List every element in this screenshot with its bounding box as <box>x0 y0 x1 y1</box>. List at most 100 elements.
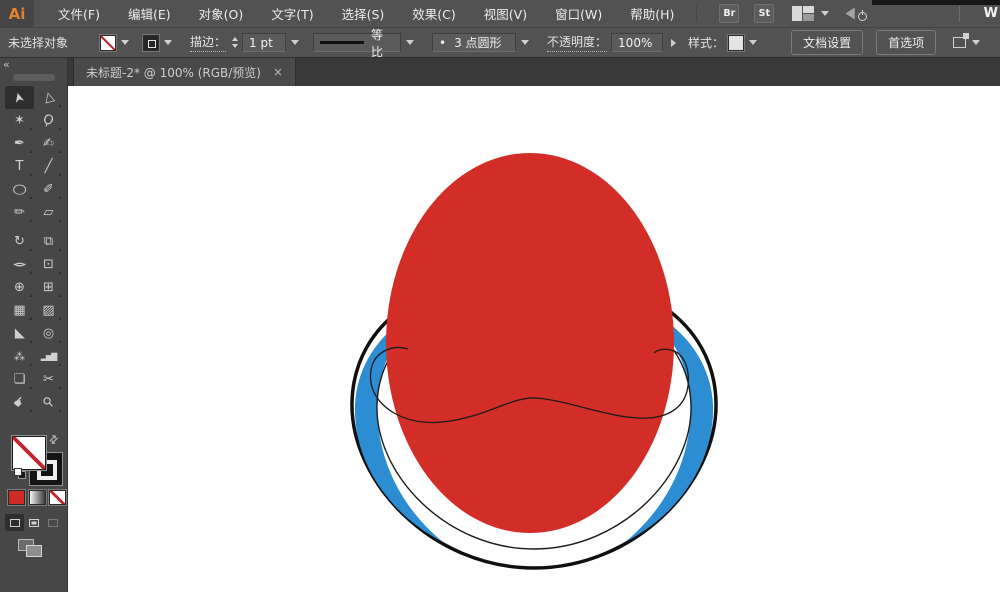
pen-icon: ✒ <box>14 136 25 151</box>
transform-reference-icon[interactable] <box>953 33 970 48</box>
workspace-switcher-icon[interactable] <box>792 6 815 21</box>
column-graph-icon: ▂▅▇ <box>40 351 58 361</box>
menu-item-type[interactable]: 文字(T) <box>257 0 327 28</box>
tool-perspective-grid[interactable]: ⊞ <box>34 276 63 299</box>
canvas-artboard[interactable] <box>68 86 1000 592</box>
preferences-button[interactable]: 首选项 <box>876 30 937 55</box>
tool-blend[interactable]: ◎ <box>34 322 63 345</box>
swap-fill-stroke-icon[interactable]: ⇄ <box>46 432 62 448</box>
chevron-down-icon[interactable] <box>164 40 173 45</box>
menu-item-help[interactable]: 帮助(H) <box>616 0 688 28</box>
paintbrush-icon: ✐ <box>43 182 54 197</box>
menu-item-edit[interactable]: 编辑(E) <box>114 0 185 28</box>
tool-eraser[interactable]: ▱ <box>34 201 63 224</box>
chevron-down-icon[interactable] <box>972 40 981 45</box>
artwork-red-ellipse[interactable] <box>386 153 674 533</box>
arrow-right-icon[interactable] <box>671 38 677 47</box>
chevron-down-icon[interactable] <box>291 40 300 45</box>
tool-shape-builder[interactable]: ⊕ <box>5 276 34 299</box>
drawing-mode-buttons <box>5 514 62 531</box>
bridge-button[interactable]: Br <box>719 4 740 23</box>
collapse-panel-button[interactable]: « <box>3 58 10 71</box>
draw-inside-button[interactable] <box>43 514 62 531</box>
tool-column-graph[interactable]: ▂▅▇ <box>34 345 63 368</box>
chevron-down-icon[interactable] <box>749 40 758 45</box>
tool-magic-wand[interactable]: ✶ <box>5 109 34 132</box>
fill-swatch-none[interactable] <box>11 435 47 471</box>
tool-scale[interactable]: ⧉ <box>34 230 63 253</box>
color-button[interactable] <box>7 489 26 506</box>
blend-icon: ◎ <box>42 326 55 341</box>
gradient-icon: ▨ <box>42 303 55 318</box>
uniform-profile-line <box>320 41 365 44</box>
tool-free-transform[interactable]: ⊡ <box>34 253 63 276</box>
tool-zoom[interactable]: ⚲ <box>34 391 63 414</box>
tool-type-tool[interactable]: T <box>5 155 34 178</box>
tool-grid: ➤ ▷ ✶ Ϙ ✒ ✍ T ╱ ○ ✐ ✏ ▱ ↻ ⧉ ≬ ⊡ ⊕ ⊞ ▦ ▨ ◢ ◎ ⁂ ▂▅▇ ❏ ✂ ☛ ⚲ <box>5 86 63 414</box>
color-mode-buttons <box>7 489 70 506</box>
tool-hand[interactable]: ☛ <box>5 391 34 414</box>
stroke-label[interactable]: 描边： <box>190 33 227 52</box>
tool-lasso[interactable]: Ϙ <box>34 109 63 132</box>
chevron-down-icon[interactable] <box>121 40 130 45</box>
eyedropper-icon: ◢ <box>12 328 27 339</box>
panel-grip[interactable] <box>13 74 55 81</box>
tool-symbol-sprayer[interactable]: ⁂ <box>5 345 34 368</box>
free-transform-icon: ⊡ <box>43 257 54 272</box>
tool-eyedropper[interactable]: ◢ <box>5 322 34 345</box>
scale-icon: ⧉ <box>43 234 54 249</box>
stroke-color-swatch[interactable] <box>142 33 161 52</box>
tool-paintbrush[interactable]: ✐ <box>34 178 63 201</box>
control-bar: 未选择对象 描边： 1 pt 等比 • 3 点圆形 不透明度： 100% 样式： <box>0 28 1000 59</box>
tool-mesh[interactable]: ▦ <box>5 299 34 322</box>
stock-button[interactable]: St <box>754 4 775 23</box>
menu-item-file[interactable]: 文件(F) <box>44 0 114 28</box>
tool-pencil[interactable]: ✏ <box>5 201 34 224</box>
ellipse-icon: ○ <box>12 182 27 197</box>
tool-selection[interactable]: ➤ <box>5 86 34 109</box>
menu-item-view[interactable]: 视图(V) <box>470 0 541 28</box>
tool-width-tool[interactable]: ≬ <box>5 253 34 276</box>
default-fill-stroke-icon[interactable] <box>14 468 28 480</box>
document-tab-title: 未标题-2* @ 100% (RGB/预览) <box>86 65 261 80</box>
brush-select[interactable]: • 3 点圆形 <box>432 33 517 52</box>
width-tool-icon: ≬ <box>12 261 27 268</box>
stroke-width-input[interactable]: 1 pt <box>242 33 287 52</box>
tool-gradient[interactable]: ▨ <box>34 299 63 322</box>
brush-dot-icon: • <box>439 35 447 50</box>
tool-rotate[interactable]: ↻ <box>5 230 34 253</box>
tool-direct-selection[interactable]: ▷ <box>34 86 63 109</box>
document-tab[interactable]: 未标题-2* @ 100% (RGB/预览) × <box>73 58 297 86</box>
fill-none-swatch[interactable] <box>99 33 118 52</box>
tool-artboard[interactable]: ❏ <box>5 368 34 391</box>
chevron-down-icon[interactable] <box>821 11 830 16</box>
style-swatch[interactable] <box>727 33 746 52</box>
tool-shaper[interactable]: ✍ <box>34 132 63 155</box>
tool-pen[interactable]: ✒ <box>5 132 34 155</box>
width-profile-select[interactable]: 等比 <box>313 28 402 59</box>
shaper-icon: ✍ <box>43 136 54 151</box>
line-segment-icon: ╱ <box>44 159 53 174</box>
none-button[interactable] <box>48 489 67 506</box>
opacity-label[interactable]: 不透明度： <box>547 33 608 52</box>
gradient-button[interactable] <box>27 489 47 506</box>
menu-item-window[interactable]: 窗口(W) <box>541 0 616 28</box>
menu-item-object[interactable]: 对象(O) <box>185 0 258 28</box>
stroke-width-stepper[interactable] <box>232 37 239 48</box>
menu-item-select[interactable]: 选择(S) <box>328 0 399 28</box>
window-top-strip <box>872 0 1000 5</box>
tool-line-segment[interactable]: ╱ <box>34 155 63 178</box>
chevron-down-icon[interactable] <box>521 40 530 45</box>
close-icon[interactable]: × <box>273 65 283 79</box>
document-setup-button[interactable]: 文档设置 <box>791 30 864 55</box>
tool-ellipse[interactable]: ○ <box>5 178 34 201</box>
draw-normal-button[interactable] <box>5 514 24 531</box>
screen-mode-button[interactable] <box>18 539 46 559</box>
menu-item-effect[interactable]: 效果(C) <box>398 0 469 28</box>
lasso-icon: Ϙ <box>41 111 56 130</box>
symbol-sprayer-icon: ⁂ <box>14 350 25 363</box>
draw-behind-button[interactable] <box>24 514 43 531</box>
chevron-down-icon[interactable] <box>406 40 415 45</box>
opacity-input[interactable]: 100% <box>611 33 664 52</box>
tool-slice[interactable]: ✂ <box>34 368 63 391</box>
